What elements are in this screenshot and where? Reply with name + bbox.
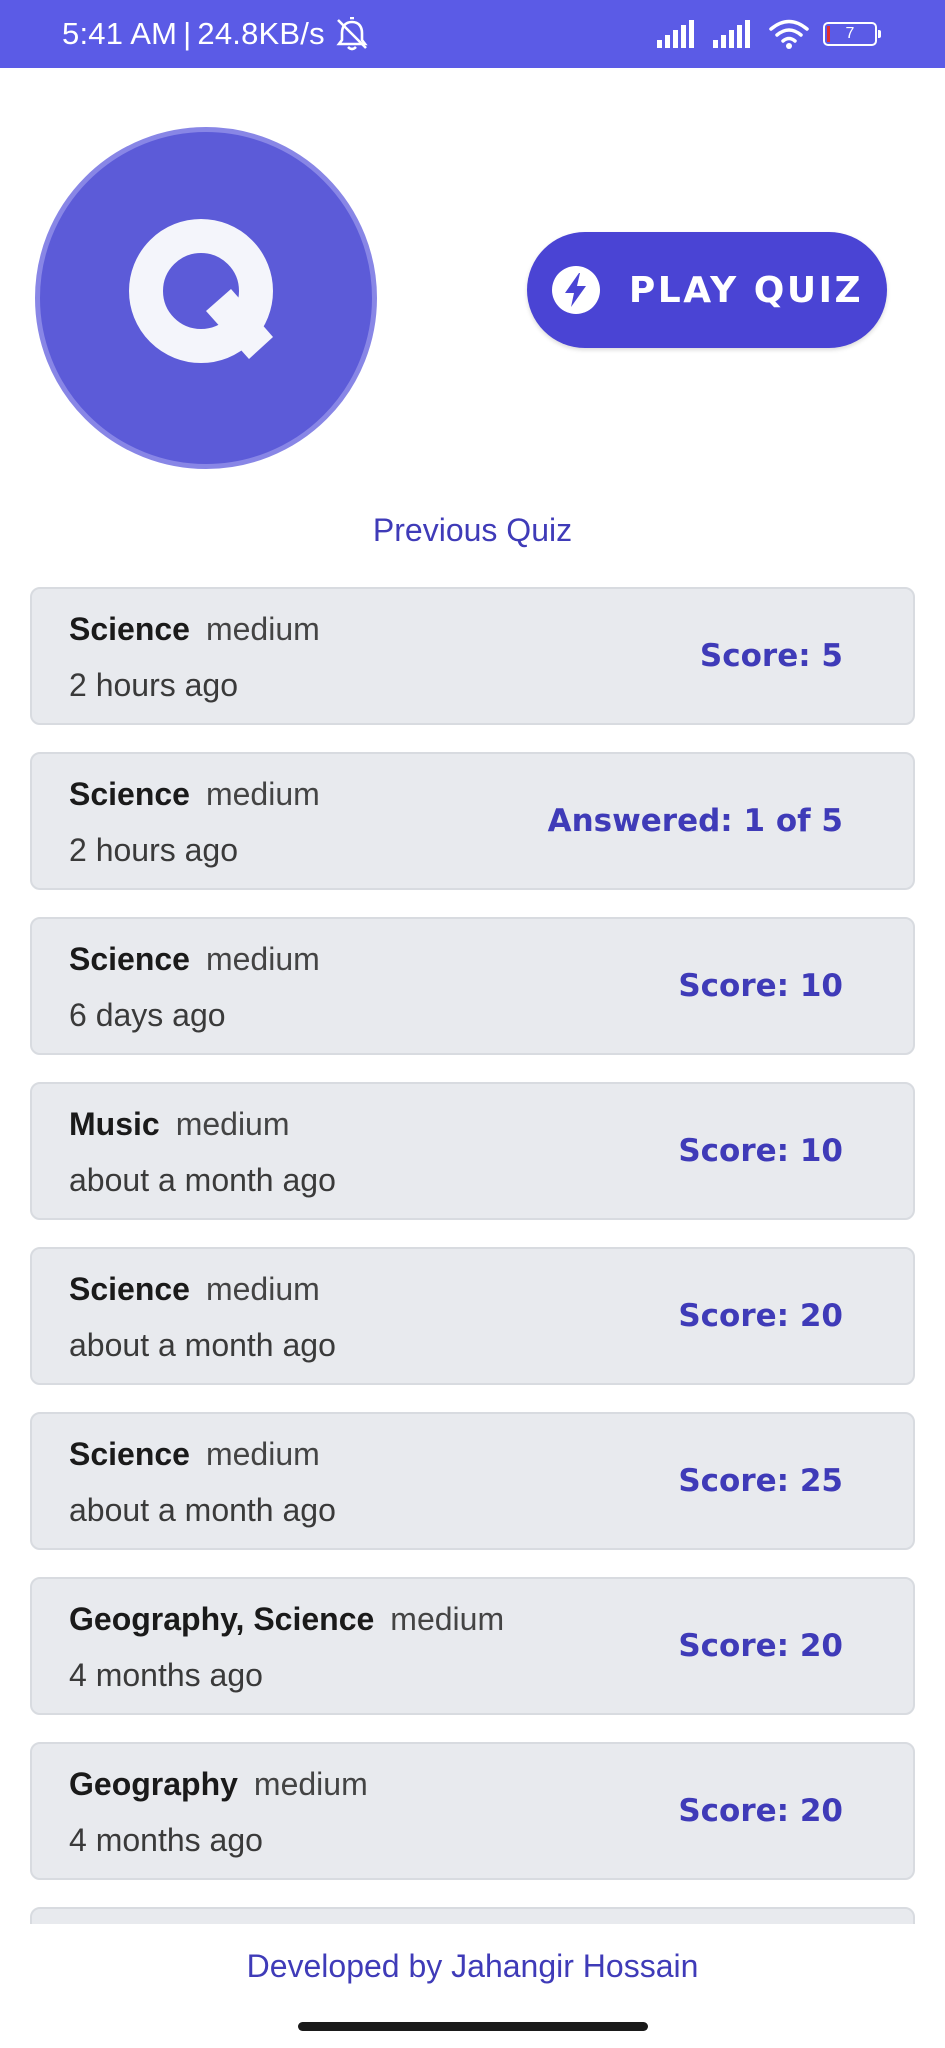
quiz-result: Answered: 1 of 5	[547, 803, 843, 839]
quiz-time: 4 months ago	[69, 1657, 263, 1693]
wifi-icon	[769, 19, 809, 49]
play-quiz-label: PLAY QUIZ	[628, 269, 864, 311]
quiz-category: Science	[69, 611, 190, 647]
section-title: Previous Quiz	[372, 512, 573, 548]
quiz-time: 2 hours ago	[69, 667, 239, 703]
battery-level-fill	[827, 26, 830, 42]
quiz-card-header: Music medium	[69, 1106, 290, 1143]
quiz-time: 4 months ago	[69, 1822, 263, 1858]
quiz-difficulty: medium	[205, 1436, 320, 1472]
quiz-time: 2 hours ago	[69, 832, 239, 868]
quiz-difficulty: medium	[205, 1271, 320, 1307]
quiz-result: Score: 10	[678, 968, 843, 1004]
quiz-difficulty: medium	[205, 776, 320, 812]
battery-level: 7	[845, 25, 855, 42]
home-indicator[interactable]	[298, 2022, 648, 2031]
status-time: 5:41 AM	[62, 16, 178, 51]
quiz-result: Score: 10	[678, 1133, 843, 1169]
developer-credit: Developed by Jahangir Hossain	[246, 1948, 699, 1984]
quiz-time: 6 days ago	[69, 997, 226, 1033]
quiz-time: about a month ago	[69, 1492, 336, 1528]
signal-bars-icon	[657, 20, 699, 48]
quiz-card-header: Science medium	[69, 776, 320, 813]
battery-icon: 7	[823, 22, 881, 46]
app-logo: Q	[35, 127, 377, 469]
quiz-card-header: Science medium	[69, 611, 320, 648]
quiz-result: Score: 5	[699, 638, 843, 674]
quiz-card[interactable]: Science medium 2 hours ago Answered: 1 of…	[30, 752, 915, 890]
alarm-off-icon	[333, 17, 371, 51]
quiz-card-header: Science medium	[69, 1436, 320, 1473]
quiz-category: Science	[69, 1271, 190, 1307]
quiz-difficulty: medium	[390, 1601, 505, 1637]
status-bar: 5:41 AM | 24.8KB/s 7	[0, 0, 945, 68]
quiz-difficulty: medium	[253, 1766, 368, 1802]
quiz-card-header: Geography, Science medium	[69, 1601, 504, 1638]
quiz-category: Science	[69, 941, 190, 977]
signal-bars-icon	[713, 20, 755, 48]
quiz-card[interactable]: Geography medium 4 months ago Score: 20	[30, 1742, 915, 1880]
quiz-card[interactable]: Science medium 2 hours ago Score: 5	[30, 587, 915, 725]
quiz-card[interactable]: Science medium about a month ago Score: 2…	[30, 1247, 915, 1385]
quiz-category: Science	[69, 1436, 190, 1472]
quiz-card-header: Science medium	[69, 1271, 320, 1308]
status-right: 7	[657, 0, 881, 68]
quiz-result: Score: 20	[678, 1298, 843, 1334]
quiz-time: about a month ago	[69, 1327, 336, 1363]
quiz-result: Score: 20	[678, 1628, 843, 1664]
logo-letter: Q	[121, 213, 122, 214]
quiz-card[interactable]: Science medium about a month ago Score: 2…	[30, 1412, 915, 1550]
network-speed: 24.8KB/s	[197, 16, 325, 51]
quiz-category: Geography	[69, 1766, 238, 1802]
play-quiz-button[interactable]: PLAY QUIZ	[527, 232, 887, 348]
quiz-category: Music	[69, 1106, 160, 1142]
quiz-card-header: Science medium	[69, 941, 320, 978]
quiz-card-partial[interactable]	[30, 1907, 915, 1924]
q-logo-icon: Q	[121, 213, 273, 363]
quiz-card[interactable]: Geography, Science medium 4 months ago Sc…	[30, 1577, 915, 1715]
quiz-time: about a month ago	[69, 1162, 336, 1198]
quiz-difficulty: medium	[205, 941, 320, 977]
status-left: 5:41 AM | 24.8KB/s	[62, 0, 371, 68]
quiz-category: Science	[69, 776, 190, 812]
lightning-bolt-icon	[551, 265, 601, 315]
quiz-result: Score: 20	[678, 1793, 843, 1829]
quiz-difficulty: medium	[175, 1106, 290, 1142]
quiz-difficulty: medium	[205, 611, 320, 647]
previous-quiz-list[interactable]: Science medium 2 hours ago Score: 5 Scien…	[30, 587, 915, 1924]
quiz-result: Score: 25	[678, 1463, 843, 1499]
quiz-card[interactable]: Music medium about a month ago Score: 10	[30, 1082, 915, 1220]
quiz-card-header: Geography medium	[69, 1766, 368, 1803]
quiz-category: Geography, Science	[69, 1601, 375, 1637]
status-separator: |	[183, 16, 192, 51]
quiz-card[interactable]: Science medium 6 days ago Score: 10	[30, 917, 915, 1055]
